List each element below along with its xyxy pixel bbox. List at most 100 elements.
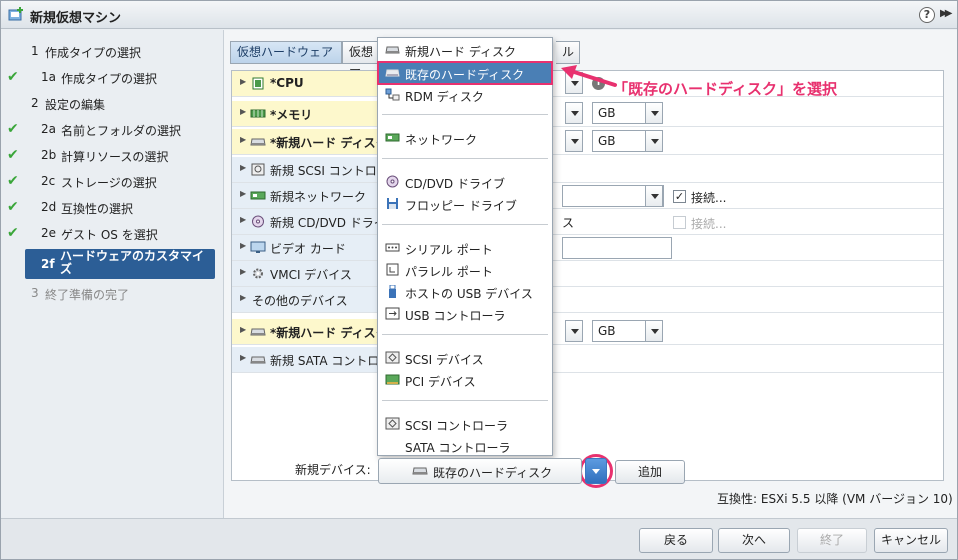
new-device-select[interactable]: 既存のハードディスク (378, 458, 582, 484)
expand-arrow-icon[interactable]: ▶ (240, 189, 246, 198)
cpu-icon (252, 77, 264, 90)
disk-unit-dropdown-button[interactable] (645, 130, 663, 152)
hardware-row-video-card[interactable]: ▶ ビデオ カード (232, 235, 943, 261)
tab-virtual-hardware[interactable]: 仮想ハードウェア (230, 41, 342, 64)
memory-stepper[interactable] (565, 102, 583, 124)
network-connect-checkbox[interactable]: ✓ (673, 190, 686, 203)
next-button[interactable]: 次へ (718, 528, 790, 553)
step-1a[interactable]: ✔ 1a 作成タイプの選択 (1, 67, 223, 89)
hardware-row-memory[interactable]: ▶ *メモリ GB (232, 101, 943, 127)
row-label: *CPU (270, 76, 304, 90)
add-device-button[interactable]: 追加 (615, 460, 685, 484)
hardware-row-sata-controller[interactable]: ▶ 新規 SATA コントロー (232, 347, 943, 373)
expand-arrow-icon[interactable]: ▶ (240, 77, 246, 86)
step-2c[interactable]: ✔ 2c ストレージの選択 (1, 171, 223, 193)
cd-dvd-icon (386, 175, 399, 188)
new-device-dropdown-button[interactable] (585, 458, 607, 484)
expand-arrow-icon[interactable]: ▶ (240, 107, 246, 116)
annotation-arrow-icon (561, 65, 617, 87)
step-number: 2a (41, 122, 56, 136)
hardware-row-scsi-controller[interactable]: ▶ 新規 SCSI コントロー (232, 157, 943, 183)
menu-item-host-usb-device[interactable]: ホストの USB デバイス (378, 281, 552, 303)
menu-separator (382, 224, 548, 225)
disk-size-stepper[interactable] (565, 130, 583, 152)
expand-arrow-icon[interactable]: ▶ (240, 135, 246, 144)
expand-arrow-icon[interactable]: ▶ (240, 163, 246, 172)
step-2e[interactable]: ✔ 2e ゲスト OS を選択 (1, 223, 223, 245)
back-button[interactable]: 戻る (639, 528, 713, 553)
check-icon: ✔ (7, 173, 19, 189)
menu-item-scsi-device[interactable]: SCSI デバイス (378, 347, 552, 369)
floppy-icon (387, 198, 398, 209)
step-number: 2 (31, 96, 39, 110)
menu-item-new-hard-disk[interactable]: 新規ハード ディスク (378, 39, 552, 61)
step-label: 作成タイプの選択 (45, 46, 142, 60)
step-number: 2f (41, 257, 55, 271)
menu-item-serial-port[interactable]: シリアル ポート (378, 237, 552, 259)
check-icon: ✔ (7, 147, 19, 163)
row-label: その他のデバイス (252, 294, 348, 308)
menu-item-network[interactable]: ネットワーク (378, 127, 552, 149)
disk-unit-select[interactable]: GB (592, 130, 646, 152)
hard-disk-icon (250, 328, 266, 336)
menu-item-label: SCSI コントローラ (405, 419, 508, 433)
row-label: VMCI デバイス (270, 268, 352, 282)
expand-arrow-icon[interactable]: ▶ (240, 215, 246, 224)
menu-item-scsi-controller[interactable]: SCSI コントローラ (378, 413, 552, 435)
step-label: ハードウェアのカスタマイズ (60, 249, 205, 276)
hardware-row-network[interactable]: ▶ 新規ネットワーク ✓ 接続... (232, 183, 943, 209)
step-label: 計算リソースの選択 (61, 150, 169, 164)
scsi-controller-icon (385, 417, 400, 430)
menu-item-rdm-disk[interactable]: RDM ディスク (378, 84, 552, 106)
menu-item-label: SCSI デバイス (405, 353, 484, 367)
cancel-button[interactable]: キャンセル (874, 528, 948, 553)
step-2b[interactable]: ✔ 2b 計算リソースの選択 (1, 145, 223, 167)
menu-item-label: フロッピー ドライブ (405, 199, 517, 213)
menu-item-label: シリアル ポート (405, 243, 493, 257)
menu-item-sata-controller[interactable]: SATA コントローラ (378, 435, 552, 457)
menu-item-usb-controller[interactable]: USB コントローラ (378, 303, 552, 325)
hard-disk-icon (385, 46, 400, 54)
step-2d[interactable]: ✔ 2d 互換性の選択 (1, 197, 223, 219)
memory-unit-dropdown-button[interactable] (645, 102, 663, 124)
compatibility-text: 互換性: ESXi 5.5 以降 (VM バージョン 10) (717, 492, 953, 506)
menu-item-floppy[interactable]: フロッピー ドライブ (378, 193, 552, 215)
menu-separator (382, 158, 548, 159)
step-label: 設定の編集 (45, 98, 106, 112)
menu-item-existing-hard-disk[interactable]: 既存のハードディスク (377, 61, 553, 85)
video-settings-select[interactable] (562, 237, 672, 259)
expand-arrow-icon[interactable]: ▶ (240, 267, 246, 276)
menu-item-cd-dvd[interactable]: CD/DVD ドライブ (378, 171, 552, 193)
help-icon[interactable]: ? (919, 7, 935, 23)
row-label: 新規 SATA コントロー (270, 354, 392, 368)
expand-arrow-icon[interactable]: ▶ (240, 293, 246, 302)
cd-media-select-text[interactable]: ス (562, 214, 574, 231)
expand-arrow-icon[interactable]: ▶ (240, 325, 246, 334)
step-2[interactable]: 2 設定の編集 (1, 93, 223, 115)
hardware-row-other-devices[interactable]: ▶ その他のデバイス (232, 287, 943, 313)
expand-arrow-icon[interactable]: ▶ (240, 353, 246, 362)
check-icon: ✔ (7, 225, 19, 241)
step-1[interactable]: 1 作成タイプの選択 (1, 41, 223, 63)
expand-icon[interactable]: ▶▶ (940, 8, 953, 19)
annotation-text: 「既存のハードディスク」を選択 (613, 80, 837, 98)
menu-item-parallel-port[interactable]: パラレル ポート (378, 259, 552, 281)
disk2-unit-dropdown-button[interactable] (645, 320, 663, 342)
step-2a[interactable]: ✔ 2a 名前とフォルダの選択 (1, 119, 223, 141)
gear-icon (253, 268, 263, 279)
expand-arrow-icon[interactable]: ▶ (240, 241, 246, 250)
disk2-size-stepper[interactable] (565, 320, 583, 342)
disk2-unit-select[interactable]: GB (592, 320, 646, 342)
row-name-cell: ▶ *メモリ (232, 101, 382, 126)
hardware-row-new-hard-disk[interactable]: ▶ *新規ハード ディスク GB (232, 129, 943, 155)
network-dropdown-button[interactable] (645, 185, 663, 207)
menu-item-label: 既存のハードディスク (405, 68, 525, 82)
hardware-row-vmci[interactable]: ▶ VMCI デバイス (232, 261, 943, 287)
step-2f-active[interactable]: 2f ハードウェアのカスタマイズ (25, 249, 215, 279)
row-label: 新規 SCSI コントロー (270, 164, 389, 178)
hardware-row-new-hard-disk-2[interactable]: ▶ *新規ハード ディスク GB (232, 319, 943, 345)
memory-unit-select[interactable]: GB (592, 102, 646, 124)
hardware-row-cd-dvd[interactable]: ▶ 新規 CD/DVD ドライ ス 接続... (232, 209, 943, 235)
menu-item-pci-device[interactable]: PCI デバイス (378, 369, 552, 391)
cd-dvd-icon (252, 215, 264, 228)
